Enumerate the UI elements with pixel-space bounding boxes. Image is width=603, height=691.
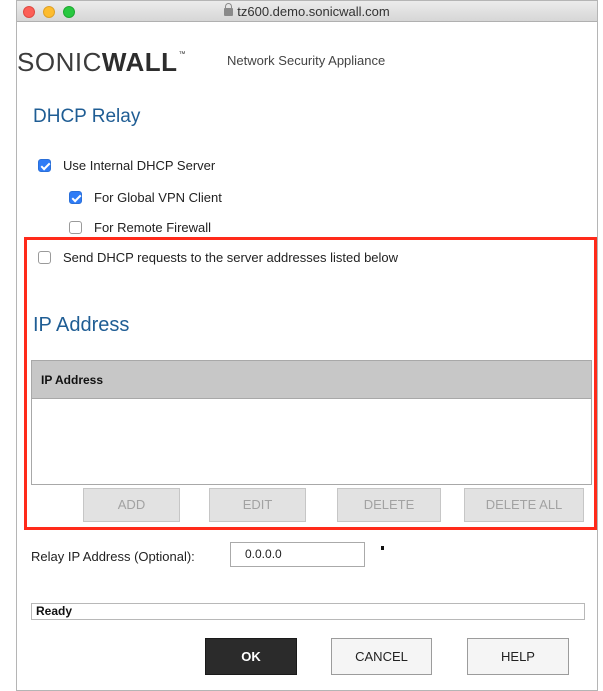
ok-button[interactable]: OK xyxy=(205,638,297,675)
sonicwall-logo: SONICWALL™ xyxy=(17,47,186,78)
logo-text-bold: WALL xyxy=(101,47,178,77)
relay-ip-label: Relay IP Address (Optional): xyxy=(31,549,195,564)
add-button[interactable]: ADD xyxy=(83,488,180,522)
ip-address-title: IP Address xyxy=(33,314,130,336)
remote-firewall-label: For Remote Firewall xyxy=(94,220,212,235)
table-header-ip-address[interactable]: IP Address xyxy=(32,361,591,399)
ip-address-table: IP Address xyxy=(31,360,592,485)
help-button[interactable]: HELP xyxy=(467,638,569,675)
send-dhcp-requests-label: Send DHCP requests to the server address… xyxy=(63,250,399,265)
use-internal-dhcp-checkbox[interactable] xyxy=(38,159,51,172)
delete-all-button[interactable]: DELETE ALL xyxy=(464,488,584,522)
logo-trademark: ™ xyxy=(178,51,186,58)
global-vpn-client-option[interactable]: For Global VPN Client xyxy=(69,190,222,205)
edit-button[interactable]: EDIT xyxy=(209,488,306,522)
send-dhcp-requests-option[interactable]: Send DHCP requests to the server address… xyxy=(38,250,398,265)
url-display: tz600.demo.sonicwall.com xyxy=(17,3,597,19)
lock-icon xyxy=(224,3,234,16)
relay-ip-input[interactable]: 0.0.0.0 xyxy=(230,542,365,567)
table-body[interactable] xyxy=(32,399,591,484)
cancel-button[interactable]: CANCEL xyxy=(331,638,432,675)
send-dhcp-requests-checkbox[interactable] xyxy=(38,251,51,264)
dhcp-relay-title: DHCP Relay xyxy=(33,106,141,127)
delete-button[interactable]: DELETE xyxy=(337,488,441,522)
status-bar: Ready xyxy=(31,603,585,620)
remote-firewall-checkbox[interactable] xyxy=(69,221,82,234)
global-vpn-client-checkbox[interactable] xyxy=(69,191,82,204)
url-text: tz600.demo.sonicwall.com xyxy=(237,4,390,19)
use-internal-dhcp-option[interactable]: Use Internal DHCP Server xyxy=(38,158,215,173)
title-bar: tz600.demo.sonicwall.com xyxy=(17,1,597,22)
logo-text-light: SONIC xyxy=(17,47,102,77)
use-internal-dhcp-label: Use Internal DHCP Server xyxy=(63,158,216,173)
remote-firewall-option[interactable]: For Remote Firewall xyxy=(69,220,211,235)
mouse-cursor xyxy=(381,546,384,550)
product-subtitle: Network Security Appliance xyxy=(227,53,386,68)
global-vpn-client-label: For Global VPN Client xyxy=(94,190,222,205)
